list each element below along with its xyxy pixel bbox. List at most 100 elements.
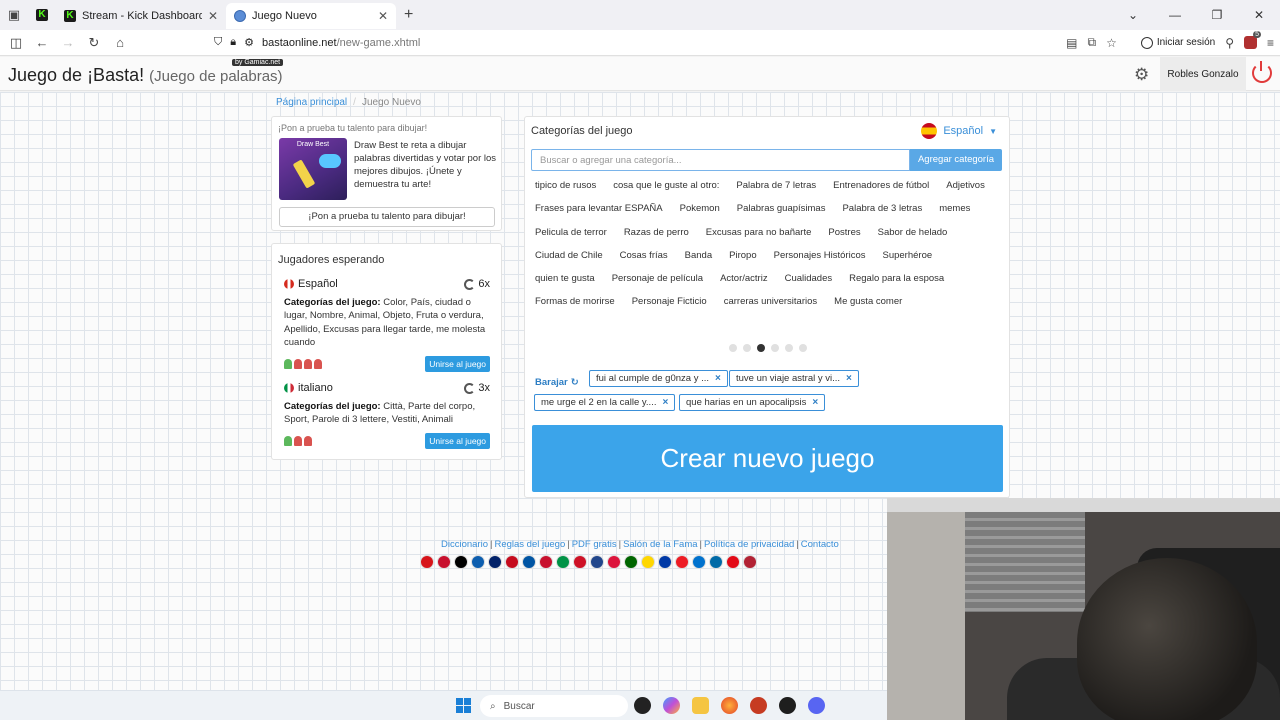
discord-icon[interactable] — [808, 697, 825, 714]
draw-best-image[interactable]: Draw Best — [279, 138, 347, 200]
language-flag-icon[interactable] — [624, 555, 638, 569]
language-flag-icon[interactable] — [539, 555, 553, 569]
screenshot-icon[interactable]: ⧉ — [1087, 35, 1096, 50]
extensions-icon[interactable]: ⚲ — [1225, 36, 1234, 50]
ublock-extension-icon[interactable] — [1243, 31, 1261, 49]
category-suggestion[interactable]: Excusas para no bañarte — [706, 226, 812, 239]
bookmark-star-icon[interactable]: ☆ — [1106, 36, 1117, 50]
logout-power-icon[interactable] — [1252, 61, 1272, 83]
minimize-icon[interactable]: — — [1154, 8, 1196, 22]
category-suggestion[interactable]: Palabras guapísimas — [737, 202, 826, 215]
join-game-button[interactable]: Unirse al juego — [425, 432, 490, 449]
file-explorer-icon[interactable] — [692, 697, 709, 714]
category-suggestion[interactable]: memes — [939, 202, 970, 215]
category-suggestion[interactable]: Formas de morirse — [535, 295, 615, 308]
settings-gear-icon[interactable]: ⚙ — [1134, 65, 1149, 85]
language-flag-icon[interactable] — [692, 555, 706, 569]
footer-link-reglas[interactable]: Reglas del juego — [494, 539, 565, 550]
category-suggestion[interactable]: carreras universitarios — [724, 295, 817, 308]
app-icon[interactable] — [750, 697, 767, 714]
category-suggestion[interactable]: Personajes Históricos — [774, 249, 866, 262]
footer-link-privacidad[interactable]: Política de privacidad — [704, 539, 794, 550]
lock-icon[interactable]: 🔒︎ — [230, 36, 236, 49]
url-bar[interactable]: ⛉ 🔒︎ ⚙︎ bastaonline.net/new-game.xhtml — [214, 32, 1060, 54]
category-suggestion[interactable]: Personaje de película — [612, 272, 703, 285]
back-icon[interactable]: ← — [32, 35, 52, 50]
remove-tag-icon[interactable]: × — [662, 395, 668, 410]
pagination-dot[interactable] — [729, 344, 737, 352]
remove-tag-icon[interactable]: × — [846, 371, 852, 386]
taskbar-search[interactable]: ⌕ Buscar — [480, 695, 628, 717]
category-suggestion[interactable]: Actor/actriz — [720, 272, 768, 285]
new-tab-icon[interactable]: + — [404, 6, 413, 24]
tab-juego-nuevo[interactable]: Juego Nuevo ✕ — [226, 3, 396, 29]
sidebar-toggle-icon[interactable]: ◫ — [6, 35, 26, 51]
user-menu[interactable]: Robles Gonzalo — [1160, 57, 1246, 91]
pagination-dot[interactable] — [799, 344, 807, 352]
pagination-dot[interactable] — [757, 344, 765, 352]
category-suggestion[interactable]: tipico de rusos — [535, 179, 596, 192]
sign-in-button[interactable]: Iniciar sesión — [1140, 36, 1215, 49]
language-flag-icon[interactable] — [522, 555, 536, 569]
add-category-button[interactable]: Agregar categoría — [910, 149, 1002, 171]
language-flag-icon[interactable] — [709, 555, 723, 569]
obs-icon[interactable] — [779, 697, 796, 714]
join-game-button[interactable]: Unirse al juego — [425, 355, 490, 372]
language-select[interactable]: Español ▼ — [921, 123, 997, 139]
footer-link-salon-fama[interactable]: Salón de la Fama — [623, 539, 697, 550]
category-suggestion[interactable]: Entrenadores de fútbol — [833, 179, 929, 192]
language-flag-icon[interactable] — [743, 555, 757, 569]
category-suggestion[interactable]: Piropo — [729, 249, 756, 262]
gamiac-badge[interactable]: by Gamiac.net — [232, 59, 284, 66]
category-suggestion[interactable]: Adjetivos — [946, 179, 985, 192]
language-flag-icon[interactable] — [505, 555, 519, 569]
app-icon[interactable] — [634, 697, 651, 714]
close-window-icon[interactable]: ✕ — [1238, 8, 1280, 22]
close-tab-icon[interactable]: ✕ — [378, 9, 388, 23]
forward-icon[interactable]: → — [58, 35, 78, 50]
breadcrumb-home-link[interactable]: Página principal — [276, 97, 347, 108]
draw-best-button[interactable]: ¡Pon a prueba tu talento para dibujar! — [279, 207, 495, 227]
tab-overflow-icon[interactable]: ⌄ — [1112, 8, 1154, 22]
category-search-input[interactable] — [531, 149, 910, 171]
language-flag-icon[interactable] — [488, 555, 502, 569]
category-suggestion[interactable]: cosa que le guste al otro: — [613, 179, 719, 192]
tab-kick-pinned[interactable]: K — [28, 0, 56, 30]
shuffle-button[interactable]: Barajar ↻ — [535, 377, 579, 388]
remove-tag-icon[interactable]: × — [715, 371, 721, 386]
home-icon[interactable]: ⌂ — [110, 35, 130, 50]
language-flag-icon[interactable] — [641, 555, 655, 569]
remove-tag-icon[interactable]: × — [812, 395, 818, 410]
language-flag-icon[interactable] — [573, 555, 587, 569]
language-flag-icon[interactable] — [607, 555, 621, 569]
reload-icon[interactable]: ↻ — [84, 35, 104, 51]
category-suggestion[interactable]: Cosas frías — [620, 249, 668, 262]
category-suggestion[interactable]: Postres — [828, 226, 860, 239]
reader-view-icon[interactable]: ▤ — [1066, 36, 1077, 50]
category-suggestion[interactable]: Banda — [685, 249, 712, 262]
firefox-icon[interactable] — [721, 697, 738, 714]
pagination-dot[interactable] — [743, 344, 751, 352]
windows-start-icon[interactable] — [456, 698, 471, 713]
category-suggestion[interactable]: Pelicula de terror — [535, 226, 607, 239]
create-new-game-button[interactable]: Crear nuevo juego — [532, 425, 1003, 492]
category-suggestion[interactable]: Regalo para la esposa — [849, 272, 944, 285]
footer-link-pdf[interactable]: PDF gratis — [572, 539, 617, 550]
close-tab-icon[interactable]: ✕ — [208, 9, 218, 23]
tab-kick-dashboard[interactable]: K Stream - Kick Dashboard ✕ — [56, 3, 226, 29]
maximize-icon[interactable]: ❐ — [1196, 8, 1238, 22]
language-flag-icon[interactable] — [675, 555, 689, 569]
menu-icon[interactable]: ≡ — [1267, 36, 1274, 50]
category-suggestion[interactable]: Pokemon — [680, 202, 720, 215]
category-suggestion[interactable]: Razas de perro — [624, 226, 689, 239]
language-flag-icon[interactable] — [658, 555, 672, 569]
language-flag-icon[interactable] — [437, 555, 451, 569]
pagination-dot[interactable] — [771, 344, 779, 352]
language-flag-icon[interactable] — [471, 555, 485, 569]
language-flag-icon[interactable] — [454, 555, 468, 569]
category-suggestion[interactable]: Superhéroe — [882, 249, 932, 262]
language-flag-icon[interactable] — [726, 555, 740, 569]
language-flag-icon[interactable] — [590, 555, 604, 569]
tab-list-icon[interactable]: ▣ — [0, 0, 28, 30]
category-suggestion[interactable]: quien te gusta — [535, 272, 595, 285]
